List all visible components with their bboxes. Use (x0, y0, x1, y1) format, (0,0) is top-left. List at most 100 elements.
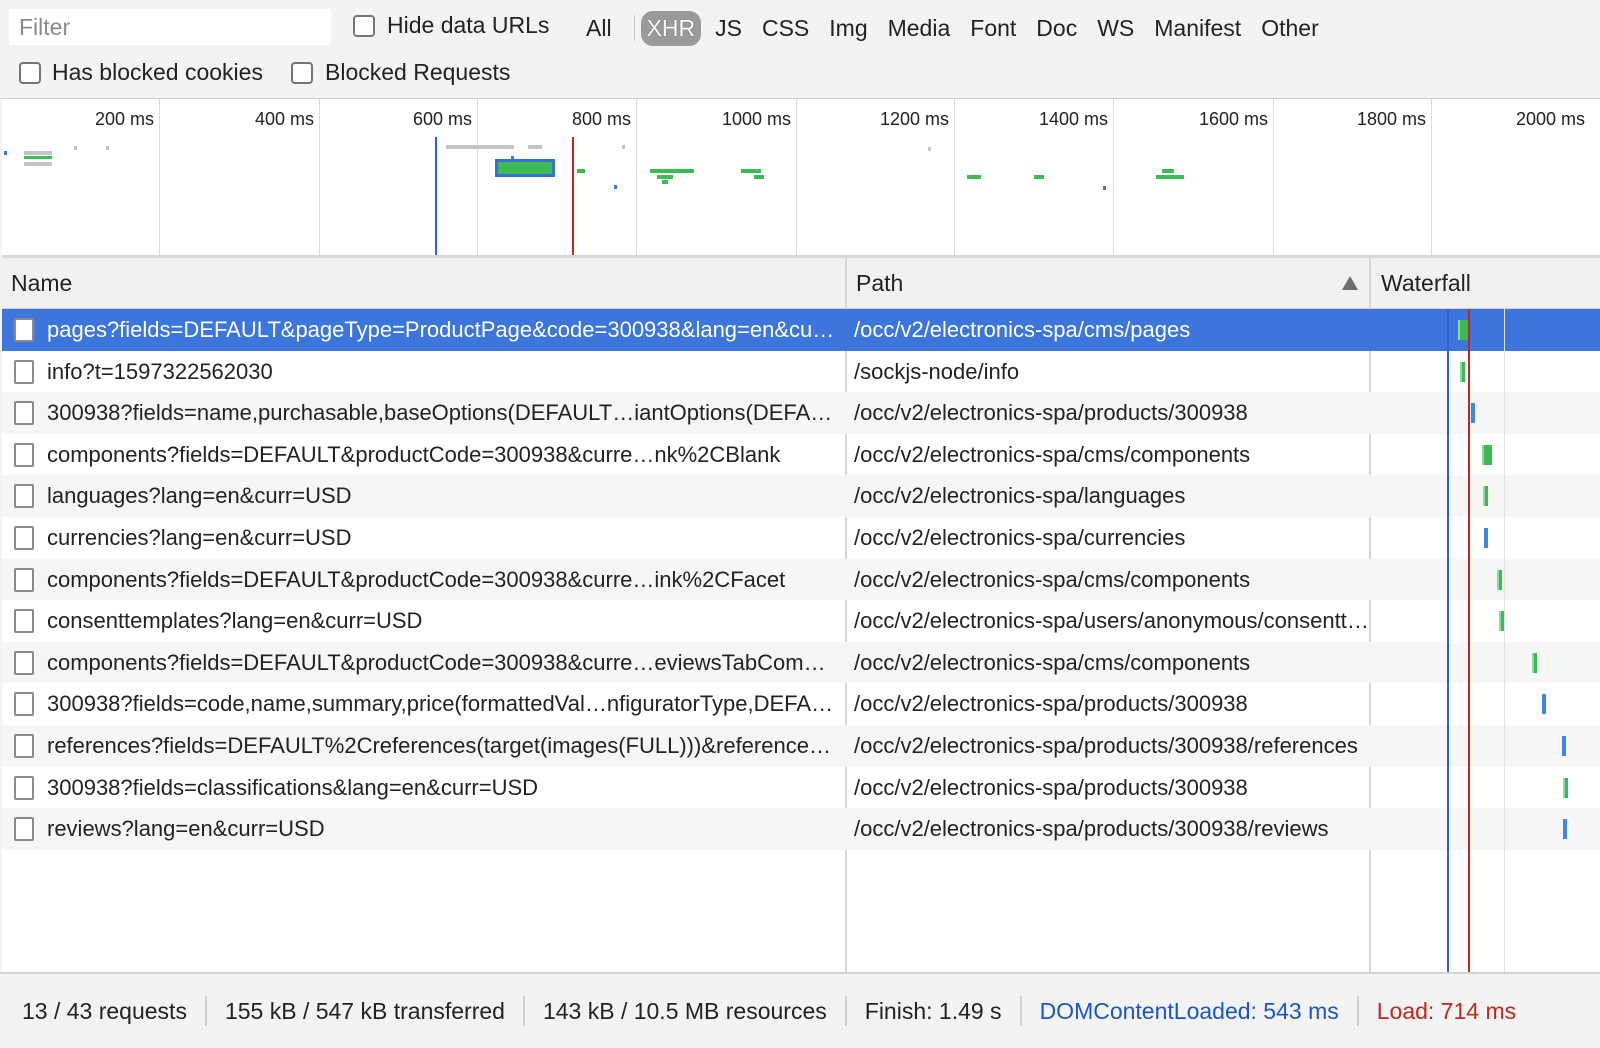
type-filter-ws[interactable]: WS (1091, 11, 1140, 46)
document-icon (14, 525, 34, 550)
table-row[interactable]: 300938?fields=classifications&lang=en&cu… (2, 767, 1600, 809)
waterfall-bar (1563, 819, 1567, 840)
overview-gridline (796, 99, 797, 255)
waterfall-bar (1460, 361, 1465, 382)
column-header-waterfall[interactable]: Waterfall (1372, 258, 1600, 308)
table-row[interactable]: components?fields=DEFAULT&productCode=30… (2, 641, 1600, 684)
request-name: components?fields=DEFAULT&productCode=30… (47, 566, 786, 592)
overview-tick-label: 600 ms (412, 109, 472, 129)
overview-gridline (1431, 99, 1432, 255)
table-row[interactable]: currencies?lang=en&curr=USD /occ/v2/elec… (2, 517, 1600, 559)
summary-bar: 13 / 43 requests 155 kB / 547 kB transfe… (0, 972, 1600, 1048)
type-filter-manifest[interactable]: Manifest (1148, 11, 1247, 46)
table-row[interactable]: 300938?fields=name,purchasable,baseOptio… (2, 392, 1600, 434)
overview-tick-label: 1600 ms (1198, 109, 1268, 129)
type-filter-font[interactable]: Font (964, 11, 1022, 46)
waterfall-bar (1497, 569, 1502, 590)
waterfall-bar (1483, 486, 1488, 507)
table-row[interactable]: consenttemplates?lang=en&curr=USD /occ/v… (2, 600, 1600, 642)
overview-bar (4, 151, 7, 155)
overview-bar (928, 147, 931, 151)
waterfall-bar (1532, 652, 1537, 673)
document-icon (14, 817, 34, 842)
hide-data-urls-checkbox[interactable] (353, 15, 375, 37)
overview-bar (650, 169, 694, 173)
request-name: components?fields=DEFAULT&productCode=30… (47, 441, 781, 467)
overview-bar (74, 146, 77, 150)
waterfall-bar (1562, 735, 1566, 756)
overview-gridline (159, 99, 160, 255)
overview-bar (754, 175, 764, 179)
overview-bar (528, 145, 542, 149)
load-time: Load: 714 ms (1376, 998, 1517, 1024)
blocked-requests-checkbox[interactable] (291, 62, 313, 84)
request-rows: pages?fields=DEFAULT&pageType=ProductPag… (2, 309, 1600, 850)
document-icon (14, 318, 34, 342)
overview-gridline (319, 99, 320, 255)
overview-tick-label: 1200 ms (879, 109, 949, 129)
column-header-path[interactable]: Path (847, 258, 1372, 308)
request-name: references?fields=DEFAULT%2Creferences(t… (47, 732, 837, 758)
request-path: /occ/v2/electronics-spa/users/anonymous/… (854, 608, 1369, 634)
overview-bar (1162, 169, 1174, 173)
requests-table: Name Path Waterfall pages?fields=DEFAULT… (2, 258, 1600, 972)
overview-tick-label: 2000 ms (1515, 109, 1585, 129)
waterfall-bar (1484, 527, 1488, 548)
timeline-overview[interactable]: 200 ms 400 ms 600 ms 800 ms 1000 ms 1200… (2, 99, 1600, 258)
type-filter-xhr[interactable]: XHR (640, 10, 702, 46)
type-filter-all[interactable]: All (580, 11, 618, 46)
request-name: currencies?lang=en&curr=USD (47, 524, 352, 550)
overview-bar (614, 185, 617, 189)
request-name: reviews?lang=en&curr=USD (47, 816, 325, 842)
request-path: /occ/v2/electronics-spa/products/300938 (854, 774, 1248, 800)
overview-bar (967, 175, 981, 179)
type-filter-js[interactable]: JS (709, 11, 748, 46)
request-path: /occ/v2/electronics-spa/products/300938 (854, 691, 1248, 717)
type-filter-divider (633, 15, 635, 41)
blocked-requests-label: Blocked Requests (325, 59, 511, 85)
table-row[interactable]: components?fields=DEFAULT&productCode=30… (2, 434, 1600, 476)
request-path: /sockjs-node/info (854, 358, 1020, 384)
load-line (1468, 309, 1470, 972)
request-path: /occ/v2/electronics-spa/cms/components (854, 566, 1251, 592)
overview-bar (24, 162, 52, 166)
overview-tick-label: 200 ms (94, 109, 154, 129)
table-row[interactable]: reviews?lang=en&curr=USD /occ/v2/electro… (2, 808, 1600, 850)
overview-tick-label: 1000 ms (721, 109, 791, 129)
filter-input[interactable] (9, 9, 331, 45)
type-filter-other[interactable]: Other (1255, 11, 1325, 46)
document-icon (14, 650, 34, 675)
table-row[interactable]: references?fields=DEFAULT%2Creferences(t… (2, 724, 1600, 767)
type-filter-img[interactable]: Img (823, 11, 873, 46)
table-row[interactable]: 300938?fields=code,name,summary,price(fo… (2, 683, 1600, 725)
document-icon (14, 359, 34, 384)
request-path: /occ/v2/electronics-spa/products/300938/… (854, 816, 1329, 842)
hide-data-urls-label: Hide data URLs (387, 12, 550, 38)
type-filter-css[interactable]: CSS (756, 11, 815, 46)
type-filter-media[interactable]: Media (882, 11, 957, 46)
request-name: pages?fields=DEFAULT&pageType=ProductPag… (47, 317, 837, 342)
overview-bar (1103, 186, 1106, 190)
request-path: /occ/v2/electronics-spa/cms/pages (854, 317, 1191, 342)
document-icon (14, 442, 34, 467)
overview-bar (24, 156, 52, 159)
overview-bar (662, 180, 668, 184)
table-row[interactable]: components?fields=DEFAULT&productCode=30… (2, 558, 1600, 601)
dom-content-loaded-line (1447, 309, 1449, 972)
type-filter-doc[interactable]: Doc (1030, 11, 1083, 46)
overview-bar (106, 146, 109, 150)
overview-gridline (1273, 99, 1274, 255)
overview-bar (657, 175, 673, 179)
finish-time: Finish: 1.49 s (847, 996, 1022, 1026)
column-header-name[interactable]: Name (2, 258, 847, 308)
resource-type-filter-bar: All XHR JS CSS Img Media Font Doc WS Man… (580, 8, 1333, 48)
has-blocked-cookies-checkbox[interactable] (19, 62, 41, 84)
waterfall-bar (1542, 694, 1546, 715)
table-row[interactable]: info?t=1597322562030 /sockjs-node/info (2, 351, 1600, 393)
overview-tick-label: 1800 ms (1356, 109, 1426, 129)
table-header: Name Path Waterfall (2, 258, 1600, 309)
document-icon (14, 692, 34, 717)
table-row[interactable]: languages?lang=en&curr=USD /occ/v2/elect… (2, 475, 1600, 517)
waterfall-gridline (1504, 309, 1505, 972)
table-row[interactable]: pages?fields=DEFAULT&pageType=ProductPag… (2, 309, 1600, 351)
